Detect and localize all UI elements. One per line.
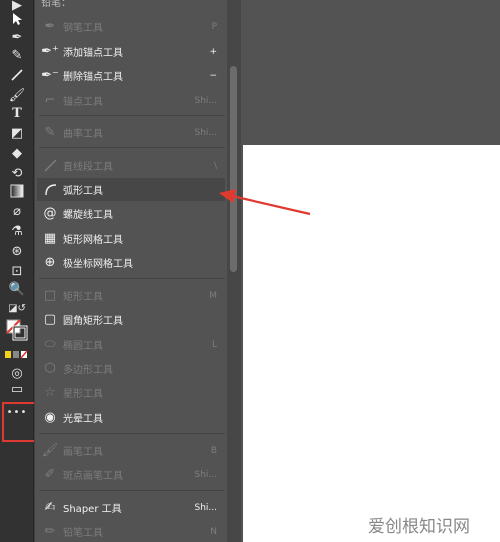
tool-row-line-segment[interactable]: 直线段工具 \	[37, 154, 225, 177]
blend-tool-icon[interactable]: ⚗	[5, 222, 29, 240]
separator	[39, 433, 225, 434]
pasteboard[interactable]	[243, 0, 500, 145]
tool-row-blob-brush[interactable]: ✐ 斑点画笔工具 Shi...	[37, 463, 225, 486]
screen-mode-icon[interactable]: ▭	[5, 380, 29, 398]
type-tool-icon[interactable]: T	[5, 104, 29, 122]
tool-row-rectangular-grid[interactable]: ▦ 矩形网格工具	[37, 227, 225, 250]
tool-row-rounded-rectangle[interactable]: ▢ 圆角矩形工具	[37, 308, 225, 331]
curvature-tool-icon[interactable]: ✎	[5, 46, 29, 64]
curvature-icon: ✎	[44, 125, 56, 140]
lasso-tool-icon[interactable]: ⟲	[5, 164, 29, 182]
spiral-icon: @	[43, 206, 57, 221]
swap-colors-icon[interactable]: ◪↺	[5, 300, 29, 318]
direct-selection-tool-icon[interactable]	[5, 10, 29, 28]
symbol-sprayer-tool-icon[interactable]: ⊛	[5, 242, 29, 260]
color-mode-icons[interactable]	[5, 346, 29, 364]
zoom-tool-icon[interactable]: 🔍	[5, 280, 29, 298]
tool-row-paintbrush[interactable]: 🖌 画笔工具 B	[37, 439, 225, 462]
all-tools-panel: 铅笔： ✒ 钢笔工具 P ✒⁺ 添加锚点工具 + ✒⁻ 删除锚点工具 − ⌐ 锚…	[34, 0, 242, 542]
separator	[39, 147, 225, 148]
pen-tool-icon[interactable]: ✒	[5, 28, 29, 46]
paintbrush-icon: 🖌	[41, 443, 59, 458]
tool-row-anchor-point[interactable]: ⌐ 锚点工具 Shi...	[37, 89, 225, 112]
blob-brush-icon: ✐	[44, 467, 56, 482]
eraser-tool-icon[interactable]: ◆	[5, 144, 29, 162]
tool-row-arc[interactable]: 弧形工具	[37, 178, 225, 201]
arc-icon	[37, 183, 63, 196]
ellipse-icon: ⬭	[44, 337, 56, 352]
pencil-icon: ✏	[44, 524, 56, 539]
eyedropper-tool-icon[interactable]: ⌀	[5, 202, 29, 220]
tool-row-pencil[interactable]: ✏ 铅笔工具 N	[37, 520, 225, 542]
add-anchor-icon: ✒⁺	[41, 44, 59, 59]
flare-icon: ◉	[44, 410, 56, 425]
tool-row-pen[interactable]: ✒ 钢笔工具 P	[37, 15, 225, 38]
tool-row-rectangle[interactable]: □ 矩形工具 M	[37, 284, 225, 307]
rectangular-grid-icon: ▦	[43, 231, 57, 246]
shape-builder-tool-icon[interactable]: ◩	[5, 124, 29, 142]
shaper-icon: ✍	[44, 500, 56, 515]
fill-stroke-swatch[interactable]	[5, 318, 29, 342]
gradient-tool-icon[interactable]	[5, 182, 29, 200]
tool-row-polygon[interactable]: ⬡ 多边形工具	[37, 357, 225, 380]
panel-scrollbar-thumb[interactable]	[230, 66, 237, 272]
separator	[39, 490, 225, 491]
line-segment-tool-icon[interactable]	[5, 66, 29, 84]
separator	[39, 115, 225, 116]
tools-toolbar: ▶ ✒ ✎ 🖌 T ◩ ◆ ⟲ ⌀ ⚗ ⊛ ⊡ 🔍 ◪↺ ◎ ▭ •••	[0, 0, 34, 542]
separator	[39, 278, 225, 279]
tool-row-add-anchor[interactable]: ✒⁺ 添加锚点工具 +	[37, 40, 225, 63]
tool-row-curvature[interactable]: ✎ 曲率工具 Shi...	[37, 121, 225, 144]
polar-grid-icon: ⊕	[44, 255, 56, 270]
watermark: 爱创根知识网	[368, 517, 470, 537]
tool-row-shaper[interactable]: ✍ Shaper 工具 Shi...	[37, 496, 225, 519]
star-icon: ☆	[44, 385, 56, 400]
tool-row-flare[interactable]: ◉ 光晕工具	[37, 406, 225, 429]
tool-row-polar-grid[interactable]: ⊕ 极坐标网格工具	[37, 251, 225, 274]
rectangle-icon: □	[43, 288, 57, 303]
panel-header: 铅笔：	[41, 0, 71, 9]
tool-row-spiral[interactable]: @ 螺旋线工具	[37, 202, 225, 225]
tool-row-delete-anchor[interactable]: ✒⁻ 删除锚点工具 −	[37, 64, 225, 87]
rounded-rectangle-icon: ▢	[43, 312, 57, 327]
artboard-tool-icon[interactable]: ⊡	[5, 262, 29, 280]
pen-icon: ✒	[44, 19, 56, 34]
tool-row-star[interactable]: ☆ 星形工具	[37, 381, 225, 404]
delete-anchor-icon: ✒⁻	[41, 68, 59, 83]
polygon-icon: ⬡	[44, 361, 56, 376]
tool-row-ellipse[interactable]: ⬭ 椭圆工具 L	[37, 333, 225, 356]
anchor-point-icon: ⌐	[44, 93, 56, 108]
line-segment-icon	[37, 159, 63, 172]
paintbrush-tool-icon[interactable]: 🖌	[5, 86, 29, 104]
artboard[interactable]	[243, 145, 500, 542]
